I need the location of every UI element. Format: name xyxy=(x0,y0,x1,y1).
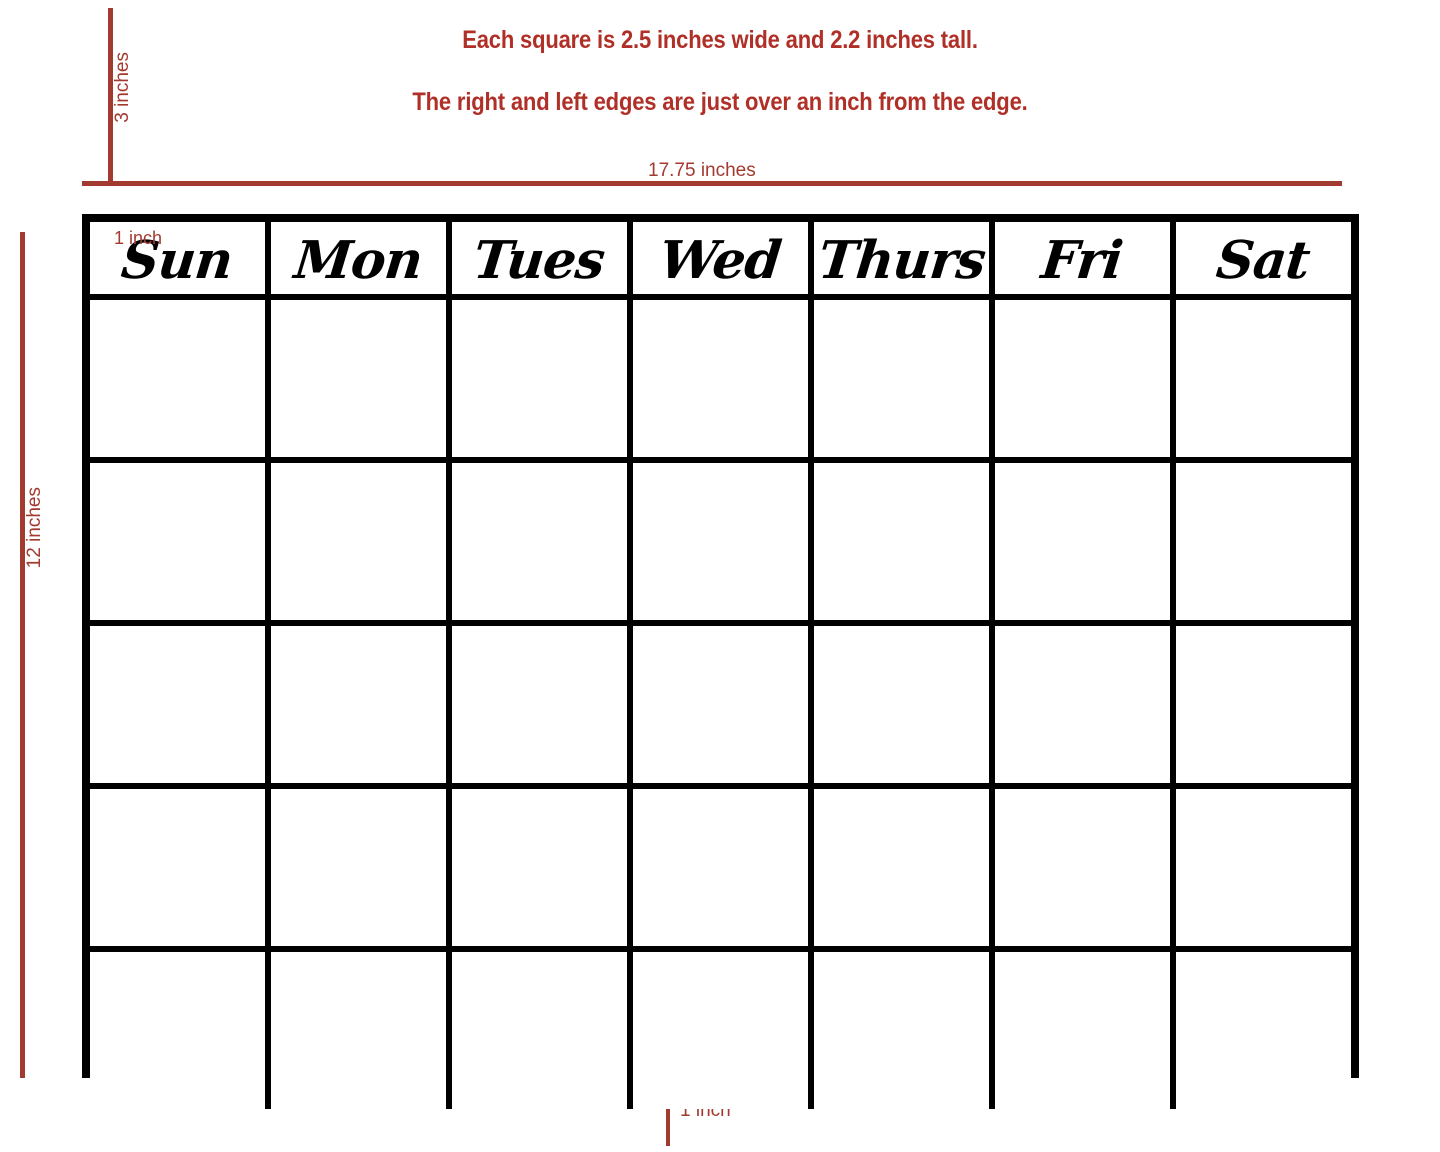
calendar-day-cell[interactable] xyxy=(90,952,265,1109)
day-header-row: Sun Mon Tues Wed Thurs Fri Sat xyxy=(90,222,1351,294)
calendar-week-row xyxy=(90,946,1351,1109)
calendar-day-cell[interactable] xyxy=(989,952,1170,1109)
day-header-cell-sat[interactable]: Sat xyxy=(1170,222,1351,294)
calendar-day-cell[interactable] xyxy=(808,626,989,783)
calendar-day-cell[interactable] xyxy=(989,463,1170,620)
day-header-label: Fri xyxy=(1038,230,1126,291)
calendar-day-cell[interactable] xyxy=(627,626,808,783)
calendar-day-cell[interactable] xyxy=(808,952,989,1109)
ruler-line-left-height xyxy=(20,232,25,1078)
calendar-day-cell[interactable] xyxy=(1170,789,1351,946)
calendar-grid: Sun Mon Tues Wed Thurs Fri Sat xyxy=(82,214,1359,1109)
day-header-label: Wed xyxy=(656,230,784,291)
calendar-day-cell[interactable] xyxy=(265,463,446,620)
calendar-day-cell[interactable] xyxy=(90,626,265,783)
calendar-day-cell[interactable] xyxy=(265,300,446,457)
calendar-day-cell[interactable] xyxy=(446,463,627,620)
calendar-day-cell[interactable] xyxy=(989,789,1170,946)
calendar-day-cell[interactable] xyxy=(90,463,265,620)
measurement-label-top-width: 17.75 inches xyxy=(648,160,756,181)
calendar-week-row xyxy=(90,457,1351,620)
calendar-day-cell[interactable] xyxy=(989,300,1170,457)
calendar-day-cell[interactable] xyxy=(808,463,989,620)
calendar-day-cell[interactable] xyxy=(265,952,446,1109)
calendar-day-cell[interactable] xyxy=(446,626,627,783)
annotation-edge-margins: The right and left edges are just over a… xyxy=(412,88,1028,116)
measurement-label-top-margin: 3 inches xyxy=(112,52,133,123)
calendar-day-cell[interactable] xyxy=(627,952,808,1109)
calendar-day-cell[interactable] xyxy=(446,789,627,946)
day-header-cell-mon[interactable]: Mon xyxy=(265,222,446,294)
day-header-cell-thurs[interactable]: Thurs xyxy=(808,222,989,294)
day-header-label: Thurs xyxy=(815,230,988,291)
annotation-square-size: Each square is 2.5 inches wide and 2.2 i… xyxy=(462,26,978,54)
calendar-day-cell[interactable] xyxy=(808,300,989,457)
day-header-label: Sat xyxy=(1213,230,1313,291)
calendar-day-cell[interactable] xyxy=(265,626,446,783)
calendar-day-cell[interactable] xyxy=(265,789,446,946)
day-header-cell-wed[interactable]: Wed xyxy=(627,222,808,294)
calendar-day-cell[interactable] xyxy=(1170,952,1351,1109)
calendar-day-cell[interactable] xyxy=(1170,463,1351,620)
calendar-day-cell[interactable] xyxy=(90,789,265,946)
day-header-cell-fri[interactable]: Fri xyxy=(989,222,1170,294)
calendar-day-cell[interactable] xyxy=(808,789,989,946)
calendar-week-row xyxy=(90,620,1351,783)
calendar-week-row xyxy=(90,294,1351,457)
calendar-day-cell[interactable] xyxy=(90,300,265,457)
day-header-label: Mon xyxy=(291,230,425,291)
calendar-day-cell[interactable] xyxy=(627,463,808,620)
calendar-day-cell[interactable] xyxy=(446,952,627,1109)
calendar-day-cell[interactable] xyxy=(1170,300,1351,457)
calendar-day-cell[interactable] xyxy=(1170,626,1351,783)
day-header-cell-tues[interactable]: Tues xyxy=(446,222,627,294)
measurement-label-left-inset: 1 inch xyxy=(114,228,163,248)
calendar-day-cell[interactable] xyxy=(627,300,808,457)
calendar-week-row xyxy=(90,783,1351,946)
calendar-day-cell[interactable] xyxy=(446,300,627,457)
calendar-template-page: Each square is 2.5 inches wide and 2.2 i… xyxy=(0,0,1440,1152)
measurement-label-left-height: 12 inches xyxy=(24,487,45,569)
calendar-day-cell[interactable] xyxy=(627,789,808,946)
day-header-label: Tues xyxy=(470,230,608,291)
calendar-day-cell[interactable] xyxy=(989,626,1170,783)
